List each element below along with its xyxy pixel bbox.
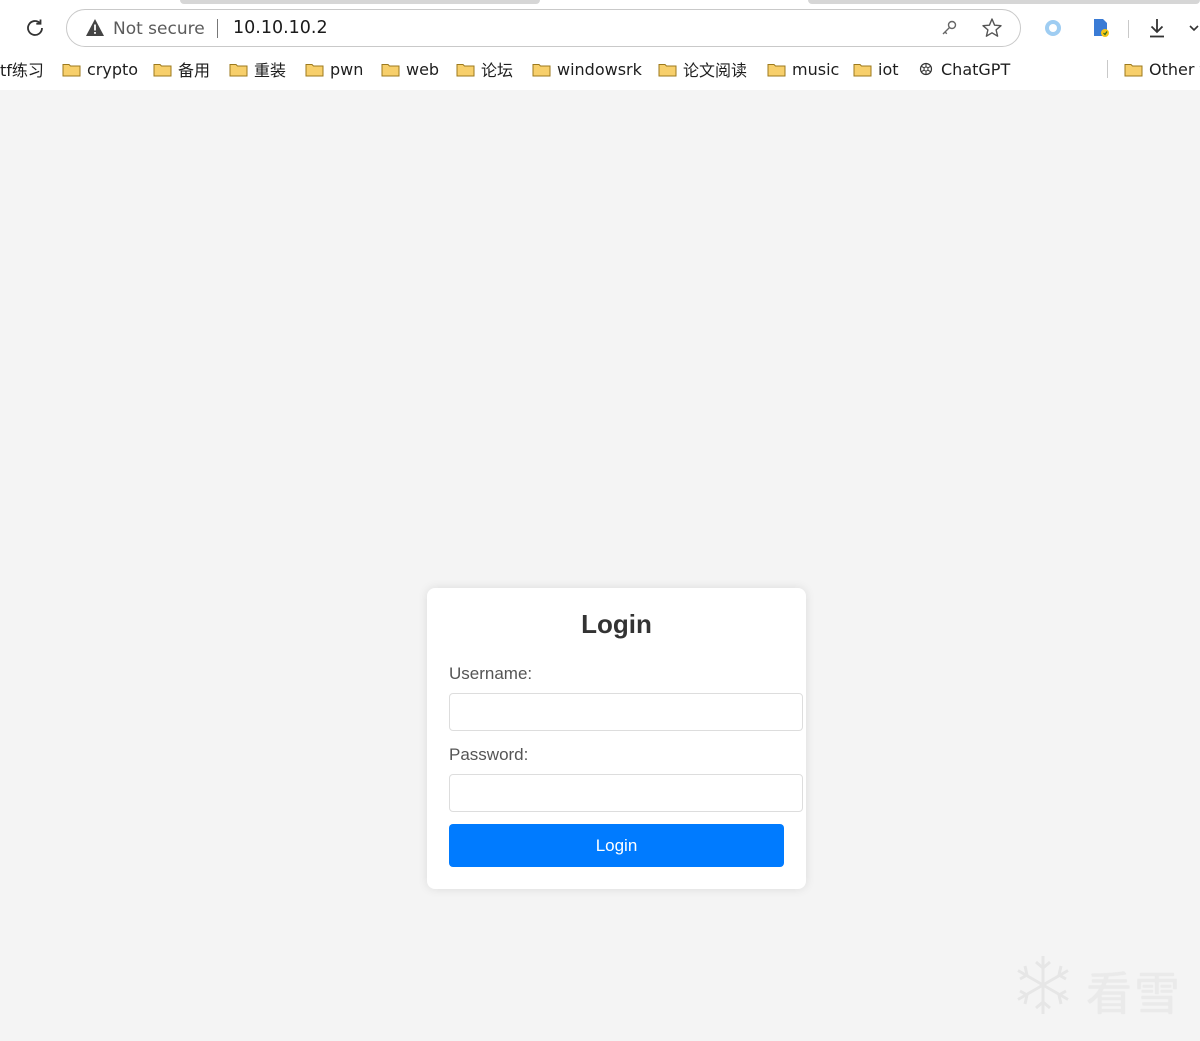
download-icon — [1150, 19, 1164, 38]
address-divider — [217, 19, 218, 38]
bookmark-folder[interactable]: web — [381, 55, 439, 83]
address-bar[interactable]: Not secure 10.10.10.2 — [66, 9, 1021, 47]
folder-icon — [229, 63, 248, 76]
folder-icon — [532, 63, 551, 76]
folder-icon — [62, 63, 81, 76]
bookmark-folder[interactable]: crypto — [62, 55, 138, 83]
bookmark-label: 论文阅读 — [683, 61, 748, 80]
other-bookmarks-folder[interactable]: Other f — [1124, 55, 1200, 83]
bookmark-label: tf练习 — [0, 61, 44, 80]
tab-strip-edge — [180, 0, 540, 4]
warning-icon[interactable] — [85, 18, 105, 41]
browser-toolbar: Not secure 10.10.10.2 — [0, 6, 1200, 50]
password-label: Password: — [449, 745, 529, 764]
url-text[interactable]: 10.10.10.2 — [233, 18, 328, 38]
menu-chevron-icon[interactable] — [1184, 11, 1200, 45]
bookmark-label: crypto — [87, 59, 139, 79]
username-input[interactable] — [449, 693, 803, 731]
folder-icon — [456, 63, 475, 76]
folder-icon — [1124, 63, 1143, 76]
extension-circle-icon[interactable] — [1036, 11, 1070, 45]
folder-icon — [305, 63, 324, 76]
reload-icon — [27, 19, 43, 36]
bookmark-label: pwn — [330, 59, 364, 79]
bookmark-label: windowsrk — [557, 59, 642, 79]
bookmark-folder[interactable]: music — [767, 55, 839, 83]
reload-button[interactable] — [18, 11, 52, 45]
downloads-button[interactable] — [1140, 11, 1174, 45]
tab-strip-edge — [808, 0, 1200, 4]
bookmark-label: web — [406, 59, 440, 79]
password-input[interactable] — [449, 774, 803, 812]
bookmarks-divider — [1107, 60, 1108, 78]
snowflake-logo-icon — [1017, 956, 1069, 1014]
login-button[interactable]: Login — [449, 824, 784, 867]
bookmark-label: iot — [878, 59, 899, 79]
bookmark-label: 备用 — [178, 61, 211, 80]
browser-chrome: Not secure 10.10.10.2 tf练习 crypto 备用 重装 … — [0, 0, 1200, 90]
star-bookmark-icon[interactable] — [975, 11, 1009, 45]
watermark: 看雪 — [1008, 950, 1183, 1021]
bookmark-folder[interactable]: iot — [853, 55, 899, 83]
bookmark-folder[interactable]: 重装 — [229, 55, 286, 83]
password-key-icon[interactable] — [932, 11, 966, 45]
security-status-label[interactable]: Not secure — [113, 19, 205, 39]
login-title: Login — [581, 609, 652, 639]
bookmark-folder[interactable]: windowsrk — [532, 55, 642, 83]
folder-icon — [153, 63, 172, 76]
bookmark-folder[interactable]: 论坛 — [456, 55, 513, 83]
username-label: Username: — [449, 664, 533, 683]
bookmark-folder[interactable]: 论文阅读 — [658, 55, 747, 83]
bookmark-label: 重装 — [254, 61, 287, 80]
other-bookmarks-label: Other f — [1149, 59, 1200, 79]
bookmarks-bar: tf练习 crypto 备用 重装 pwn web 论坛 windowsrk 论… — [0, 55, 1200, 85]
folder-icon — [853, 63, 872, 76]
login-card: Login Username: Password: Login — [427, 588, 806, 889]
bookmark-folder[interactable]: pwn — [305, 55, 363, 83]
extension-document-icon[interactable] — [1084, 11, 1118, 45]
toolbar-divider — [1128, 20, 1129, 38]
bookmark-label: 论坛 — [481, 61, 514, 80]
watermark-text: 看雪 — [1086, 967, 1182, 1021]
openai-icon — [919, 62, 933, 76]
bookmark-label: music — [792, 59, 840, 79]
folder-icon — [381, 63, 400, 76]
folder-icon — [767, 63, 786, 76]
bookmark-folder[interactable]: 备用 — [153, 55, 210, 83]
folder-icon — [658, 63, 677, 76]
bookmark-item[interactable]: tf练习 — [0, 55, 44, 83]
bookmark-label: ChatGPT — [941, 59, 1011, 79]
bookmark-item[interactable]: ChatGPT — [918, 55, 1010, 83]
